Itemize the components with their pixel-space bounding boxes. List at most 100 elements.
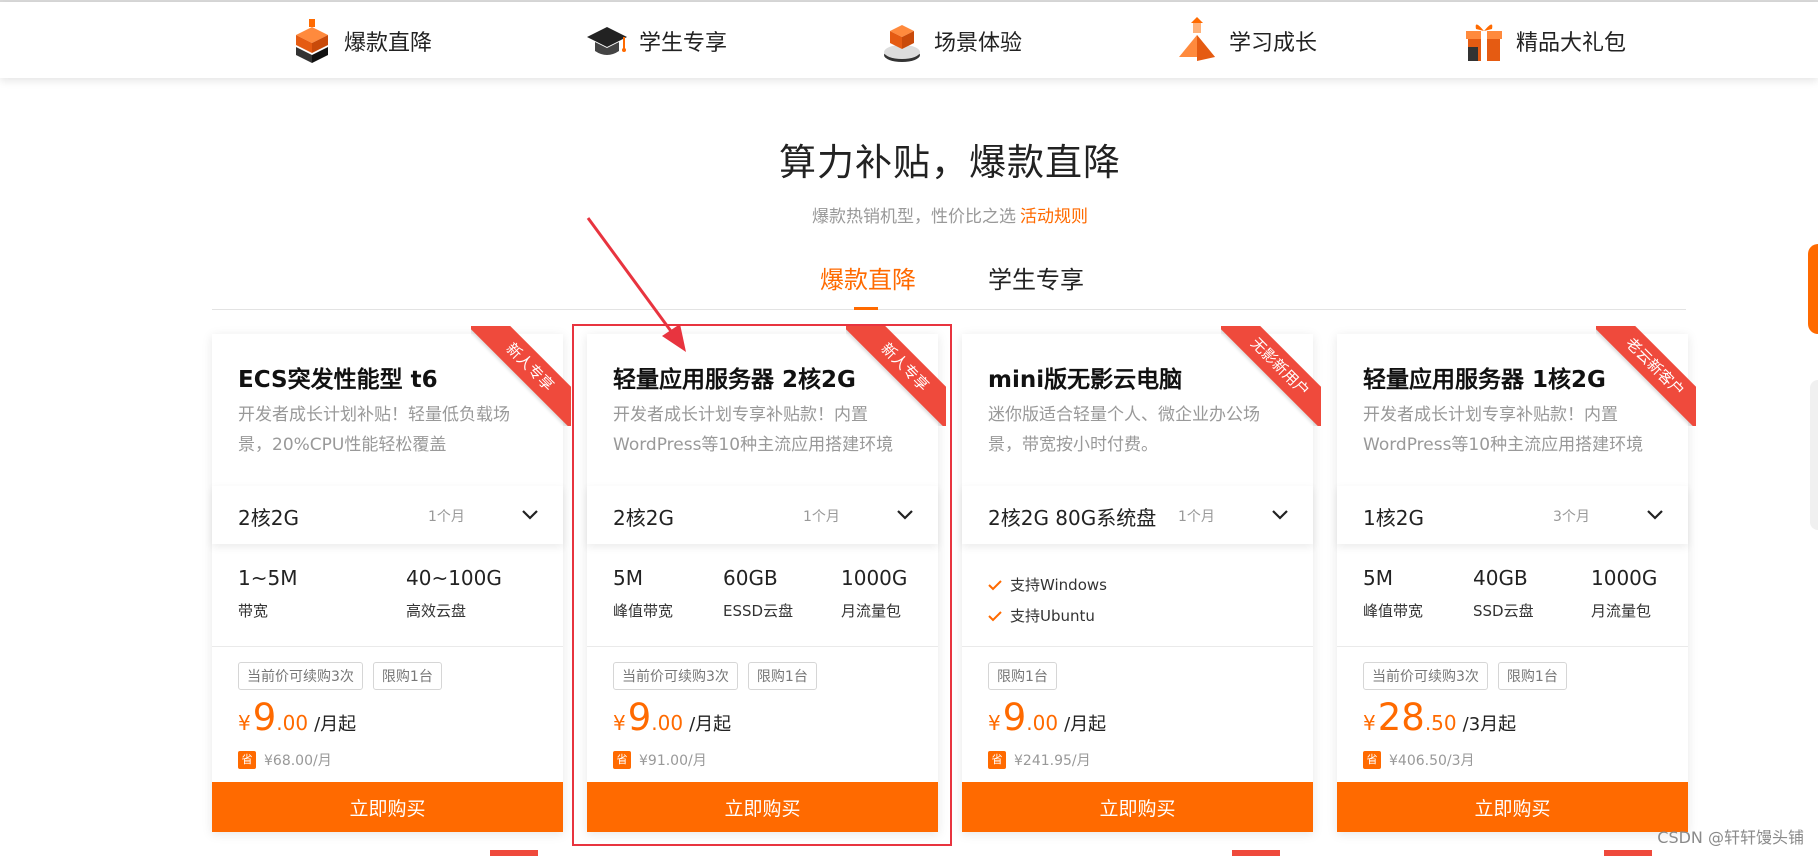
feature-ubuntu: 支持Ubuntu [988, 605, 1095, 626]
tag-list: 限购1台 [988, 662, 1057, 690]
card-title: 轻量应用服务器 2核2G [613, 367, 856, 393]
chevron-down-icon [522, 510, 538, 520]
spec-dropdown[interactable]: 2核2G 1个月 [212, 486, 563, 544]
page-subtitle: 爆款热销机型，性价比之选 活动规则 [0, 202, 1818, 227]
category-tabs: 爆款直降 学生专享 [212, 258, 1686, 310]
side-float-tab[interactable] [1808, 244, 1818, 334]
tag-limit: 限购1台 [372, 662, 442, 690]
original-price-row: 省 ¥241.95/月 [988, 750, 1091, 770]
card-title: mini版无影云电脑 [988, 367, 1183, 393]
watermark: CSDN @轩轩馒头铺 [1657, 828, 1804, 847]
card-description: 开发者成长计划专享补贴款！内置WordPress等10种主流应用搭建环境 [1363, 405, 1644, 455]
activity-rules-link[interactable]: 活动规则 [1020, 207, 1088, 227]
price-integer: 9 [252, 696, 277, 739]
metric-label: 峰值带宽 [613, 602, 674, 620]
metric-label: 带宽 [238, 602, 269, 620]
price-currency: ¥ [1363, 711, 1376, 735]
metric-traffic: 1000G 月流量包 [1591, 566, 1657, 621]
nav-item-student[interactable]: 学生专享 [585, 12, 727, 70]
card-title: ECS突发性能型 t6 [238, 367, 438, 393]
metric-disk: 60GB ESSD云盘 [723, 566, 793, 621]
save-badge-icon: 省 [988, 751, 1006, 769]
nav-item-learning[interactable]: 学习成长 [1175, 12, 1317, 70]
spec-dropdown[interactable]: 2核2G 1个月 [587, 486, 938, 544]
metric-traffic: 1000G 月流量包 [841, 566, 907, 621]
nav-item-scenario[interactable]: 场景体验 [880, 12, 1022, 70]
next-row-ribbon [1232, 850, 1280, 856]
save-badge-icon: 省 [1363, 751, 1381, 769]
metric-disk: 40~100G 高效云盘 [406, 566, 502, 621]
price-currency: ¥ [238, 711, 251, 735]
buy-now-button[interactable]: 立即购买 [587, 782, 938, 832]
tag-renew: 当前价可续购3次 [1363, 662, 1488, 690]
nav-label: 精品大礼包 [1516, 31, 1627, 56]
side-float-panel[interactable] [1810, 380, 1818, 530]
original-price: ¥68.00/月 [264, 753, 332, 769]
nav-label: 爆款直降 [344, 31, 433, 56]
tag-limit: 限购1台 [988, 662, 1057, 690]
price-decimal: .00 [276, 711, 309, 735]
buy-now-button[interactable]: 立即购买 [962, 782, 1313, 832]
chevron-down-icon [1647, 510, 1663, 520]
card-description: 迷你版适合轻量个人、微企业办公场景，带宽按小时付费。 [988, 405, 1260, 455]
price-integer: 9 [627, 696, 652, 739]
price-currency: ¥ [988, 711, 1001, 735]
tab-student[interactable]: 学生专享 [988, 260, 1084, 295]
metric-value: 60GB [723, 566, 778, 590]
price-integer: 28 [1377, 696, 1425, 739]
metric-value: 40~100G [406, 566, 502, 590]
feature-list: 支持Windows 支持Ubuntu [988, 566, 1298, 646]
metric-label: ESSD云盘 [723, 602, 794, 620]
spec-dropdown[interactable]: 1核2G 3个月 [1337, 486, 1688, 544]
price-unit: /月起 [314, 714, 357, 735]
active-tab-indicator [854, 307, 878, 310]
metric-label: 峰值带宽 [1363, 602, 1424, 620]
subtitle-text: 爆款热销机型，性价比之选 [812, 207, 1016, 227]
spec-period: 1个月 [803, 509, 840, 525]
chevron-down-icon [897, 510, 913, 520]
tag-renew: 当前价可续购3次 [238, 662, 363, 690]
spec-dropdown[interactable]: 2核2G 80G系统盘 1个月 [962, 486, 1313, 544]
tab-hot-deals[interactable]: 爆款直降 [820, 260, 916, 295]
card-divider [1337, 646, 1688, 647]
spec-value: 2核2G [238, 506, 299, 530]
check-icon [988, 610, 1002, 621]
spec-period: 1个月 [428, 509, 465, 525]
pyramid-growth-icon [1179, 17, 1215, 61]
feature-windows: 支持Windows [988, 574, 1107, 595]
price: ¥ 9 .00 /月起 [988, 696, 1106, 739]
graduation-cap-icon [587, 27, 627, 55]
buy-now-button[interactable]: 立即购买 [1337, 782, 1688, 832]
price-decimal: .50 [1424, 711, 1457, 735]
metric-value: 1000G [841, 566, 908, 590]
tag-limit: 限购1台 [747, 662, 817, 690]
price: ¥ 28 .50 /3月起 [1363, 696, 1516, 739]
original-price: ¥91.00/月 [639, 753, 707, 769]
tag-list: 当前价可续购3次 限购1台 [238, 662, 442, 690]
product-card: 老云新客户 轻量应用服务器 1核2G 开发者成长计划专享补贴款！内置WordPr… [1337, 326, 1696, 832]
metric-value: 40GB [1473, 566, 1528, 590]
metric-label: 月流量包 [841, 602, 902, 620]
check-icon [988, 579, 1002, 590]
tag-renew: 当前价可续购3次 [613, 662, 738, 690]
original-price-row: 省 ¥91.00/月 [613, 750, 707, 770]
nav-item-hot-deals[interactable]: 爆款直降 [290, 12, 432, 70]
original-price-row: 省 ¥406.50/3月 [1363, 750, 1475, 770]
metric-value: 5M [613, 566, 643, 590]
card-divider [587, 646, 938, 647]
spec-metrics: 5M 峰值带宽 40GB SSD云盘 1000G 月流量包 [1363, 566, 1673, 646]
price-unit: /月起 [689, 714, 732, 735]
price-decimal: .00 [1026, 711, 1059, 735]
metric-disk: 40GB SSD云盘 [1473, 566, 1534, 621]
page-title: 算力补贴，爆款直降 [779, 141, 1121, 184]
metric-bandwidth: 5M 峰值带宽 [613, 566, 673, 621]
metric-label: 高效云盘 [406, 602, 467, 620]
spec-value: 2核2G [613, 506, 674, 530]
metric-value: 1000G [1591, 566, 1658, 590]
buy-now-button[interactable]: 立即购买 [212, 782, 563, 832]
price-unit: /月起 [1064, 714, 1107, 735]
price-integer: 9 [1002, 696, 1027, 739]
card-divider [212, 646, 563, 647]
metric-label: SSD云盘 [1473, 602, 1534, 620]
nav-item-gift-pack[interactable]: 精品大礼包 [1462, 12, 1626, 70]
